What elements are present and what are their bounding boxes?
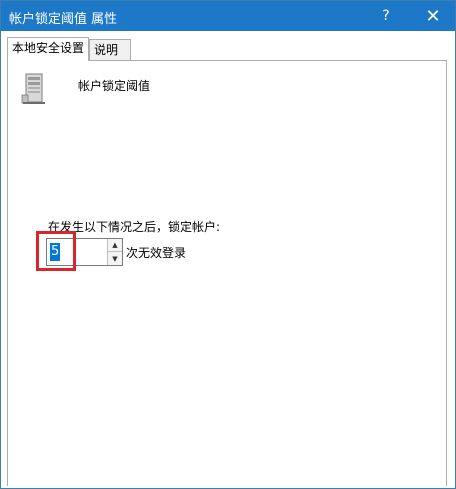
tab-label: 说明 [94,43,119,57]
spin-down-button[interactable]: ▼ [108,252,122,265]
dialog-body: 本地安全设置 说明 帐户锁定阈值 在发生以下情况之后，锁定帐户: 5 ▲ ▼ 次… [1,31,455,488]
tab-explain[interactable]: 说明 [89,39,131,60]
tab-panel: 帐户锁定阈值 在发生以下情况之后，锁定帐户: 5 ▲ ▼ 次无效登录 [7,60,447,486]
help-icon: ? [382,8,390,24]
tab-label: 本地安全设置 [12,41,85,55]
close-icon: ✕ [425,5,441,27]
chevron-up-icon: ▲ [112,241,118,249]
spin-up-button[interactable]: ▲ [108,239,122,252]
unit-label: 次无效登录 [126,246,187,260]
close-button[interactable]: ✕ [411,1,455,31]
tab-local-security-setting[interactable]: 本地安全设置 [7,37,89,61]
properties-dialog: 帐户锁定阈值 属性 ? ✕ 本地安全设置 说明 帐户锁定阈值 在发生以下情况之后… [0,0,456,489]
help-button[interactable]: ? [364,1,408,31]
server-icon [21,73,45,104]
title-bar[interactable]: 帐户锁定阈值 属性 ? ✕ [1,1,455,31]
highlight-box [36,231,76,271]
policy-name: 帐户锁定阈值 [78,79,151,93]
spin-buttons: ▲ ▼ [107,239,122,265]
chevron-down-icon: ▼ [112,254,118,263]
window-title: 帐户锁定阈值 属性 [9,12,118,27]
